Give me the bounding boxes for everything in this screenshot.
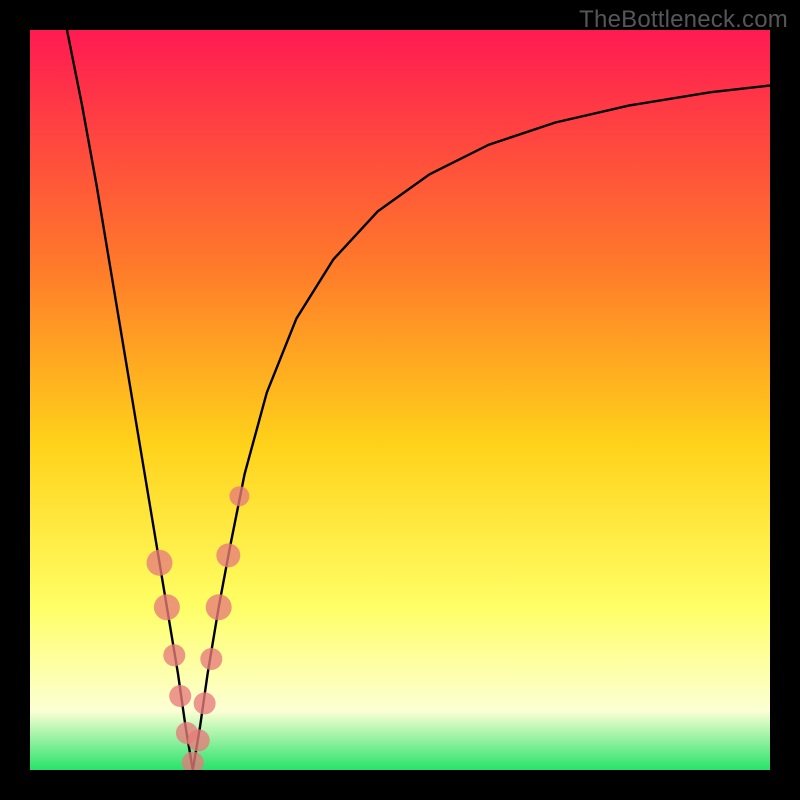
chart-frame: TheBottleneck.com xyxy=(0,0,800,800)
data-marker xyxy=(216,543,240,567)
data-marker xyxy=(188,729,210,751)
data-marker xyxy=(229,486,249,506)
data-marker xyxy=(154,594,180,620)
bottleneck-chart-svg xyxy=(30,30,770,770)
data-marker xyxy=(147,550,173,576)
watermark-text: TheBottleneck.com xyxy=(579,6,788,34)
data-marker xyxy=(200,648,222,670)
data-marker xyxy=(206,594,232,620)
data-marker xyxy=(163,644,185,666)
plot-area xyxy=(30,30,770,770)
data-marker xyxy=(194,692,216,714)
gradient-background xyxy=(30,30,770,770)
data-marker xyxy=(169,685,191,707)
